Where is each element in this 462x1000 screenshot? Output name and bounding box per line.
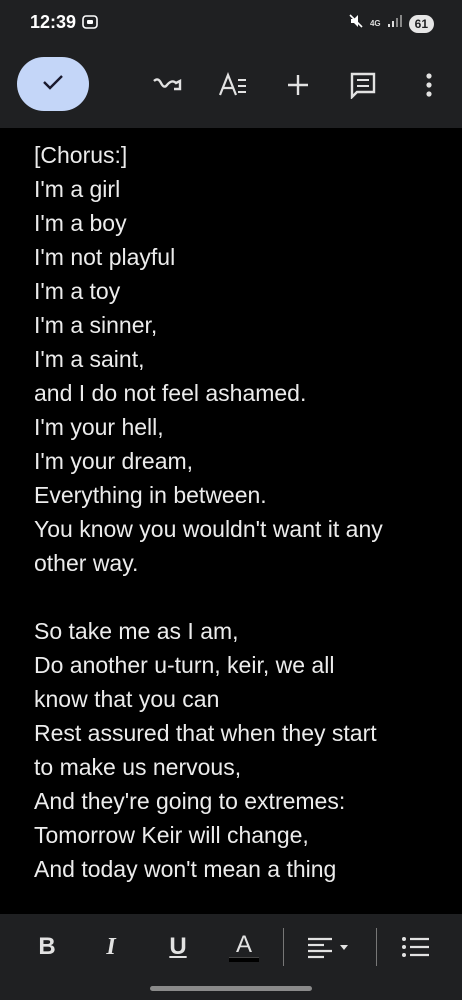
text-line[interactable]: I'm a toy (34, 278, 120, 304)
comment-icon (350, 72, 376, 99)
network-label: 4G (369, 19, 381, 28)
status-bar: 12:39 4G 61 (0, 0, 462, 50)
text-line[interactable]: Do another u-turn, keir, we all (34, 652, 334, 678)
text-color-button[interactable]: A (229, 932, 259, 962)
add-icon (288, 75, 308, 95)
text-color-swatch (229, 956, 259, 962)
editor-toolbar (0, 50, 462, 128)
handwriting-icon (153, 78, 182, 91)
battery-indicator: 61 (408, 14, 434, 33)
text-line[interactable]: I'm a boy (34, 210, 127, 236)
text-line[interactable]: Tomorrow Keir will change, (34, 822, 309, 848)
bulleted-list-icon (402, 937, 429, 957)
underline-button[interactable]: U (166, 932, 190, 962)
screen-record-icon (82, 15, 98, 29)
bold-button[interactable]: B (36, 932, 58, 962)
mute-icon (348, 13, 364, 34)
text-line[interactable]: And they're going to extremes: (34, 788, 345, 814)
more-options-button[interactable] (412, 68, 446, 102)
text-line[interactable]: You know you wouldn't want it any (34, 516, 383, 542)
comment-button[interactable] (346, 68, 380, 102)
text-line[interactable]: other way. (34, 550, 138, 576)
status-time: 12:39 (30, 12, 77, 32)
text-line[interactable]: and I do not feel ashamed. (34, 380, 306, 406)
italic-button[interactable]: I (100, 932, 122, 962)
signal-icon (387, 14, 403, 33)
text-line[interactable]: I'm a girl (34, 176, 120, 202)
text-line[interactable]: I'm your dream, (34, 448, 193, 474)
align-dropdown-button[interactable] (306, 932, 354, 962)
text-line[interactable]: I'm not playful (34, 244, 175, 270)
toolbar-divider (376, 928, 377, 966)
text-line[interactable]: [Chorus:] (34, 142, 127, 168)
text-line[interactable]: I'm your hell, (34, 414, 164, 440)
handwriting-button[interactable] (150, 68, 184, 102)
text-line[interactable]: I'm a saint, (34, 346, 145, 372)
bulleted-list-button[interactable] (401, 932, 431, 962)
toolbar-divider (283, 928, 284, 966)
status-right: 4G 61 (348, 13, 434, 34)
checkmark-icon (42, 73, 64, 96)
text-format-button[interactable] (216, 68, 250, 102)
document-body[interactable]: [Chorus:] I'm a girl I'm a boy I'm not p… (0, 128, 462, 914)
insert-button[interactable] (281, 68, 315, 102)
text-line[interactable]: I'm a sinner, (34, 312, 157, 338)
text-color-label: A (235, 930, 252, 958)
text-line[interactable]: to make us nervous, (34, 754, 241, 780)
text-format-icon (218, 72, 246, 96)
more-vert-icon (426, 73, 432, 97)
text-line[interactable]: So take me as I am, (34, 618, 239, 644)
text-line[interactable]: And today won't mean a thing (34, 856, 336, 882)
home-indicator[interactable] (150, 986, 312, 991)
text-line[interactable]: Everything in between. (34, 482, 267, 508)
done-button[interactable] (17, 57, 89, 111)
align-left-icon (308, 937, 348, 959)
text-line[interactable]: Rest assured that when they start (34, 720, 377, 746)
text-line[interactable]: know that you can (34, 686, 219, 712)
